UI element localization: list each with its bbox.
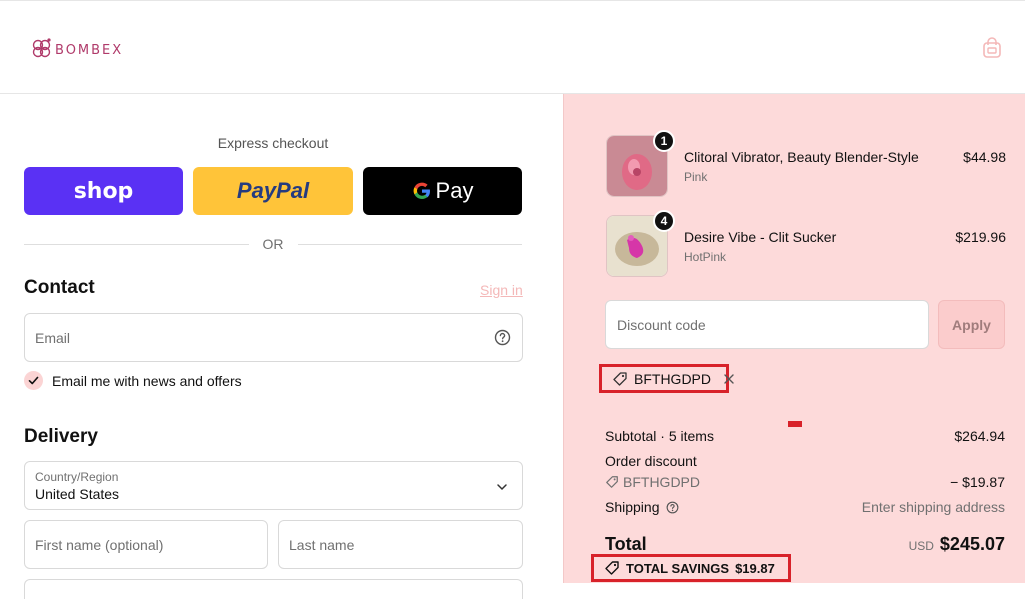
applied-discount-chip: BFTHGDPD — [599, 364, 734, 393]
order-discount-label: Order discount — [605, 453, 697, 469]
discount-placeholder: Discount code — [617, 317, 706, 333]
newsletter-label: Email me with news and offers — [52, 372, 242, 389]
paypal-label: PayPal — [236, 178, 310, 203]
product-name: Clitoral Vibrator, Beauty Blender-Style — [684, 149, 919, 165]
address-field[interactable] — [24, 579, 523, 599]
newsletter-option[interactable]: Email me with news and offers — [24, 371, 242, 390]
last-name-field[interactable]: Last name — [278, 520, 523, 569]
express-checkout-title: Express checkout — [217, 135, 329, 151]
first-name-placeholder: First name (optional) — [35, 537, 164, 553]
shipping-info: Shipping — [605, 499, 679, 515]
question-circle-icon[interactable] — [666, 501, 679, 514]
google-pay-button[interactable]: Pay — [363, 167, 522, 215]
brand-name: BOMBEX — [55, 43, 124, 58]
tag-icon — [612, 371, 628, 387]
annotation-mark — [788, 421, 802, 427]
first-name-field[interactable]: First name (optional) — [24, 520, 268, 569]
total-savings-badge: TOTAL SAVINGS $19.87 — [591, 554, 791, 582]
shipping-row: Shipping Enter shipping address — [605, 499, 1005, 515]
product-thumbnail: 4 — [606, 210, 675, 277]
country-label: Country/Region — [35, 470, 119, 484]
cart-item: 1 Clitoral Vibrator, Beauty Blender-Styl… — [606, 130, 1006, 199]
delivery-heading: Delivery — [24, 426, 98, 447]
divider-line — [297, 243, 522, 245]
quantity-badge: 1 — [653, 130, 675, 152]
discount-code-row: BFTHGDPD − $19.87 — [605, 474, 1005, 492]
email-placeholder: Email — [35, 330, 71, 346]
order-summary: 1 Clitoral Vibrator, Beauty Blender-Styl… — [563, 94, 1025, 583]
checkout-form: Express checkout shop PayPal Pay OR Cont… — [0, 94, 563, 599]
country-value: United States — [35, 486, 120, 502]
last-name-placeholder: Last name — [289, 537, 355, 553]
google-pay-label: Pay — [435, 178, 474, 203]
contact-heading: Contact — [24, 277, 95, 298]
shop-pay-label: shop — [73, 178, 134, 204]
tag-icon — [605, 475, 619, 489]
savings-value: $19.87 — [735, 560, 775, 576]
sign-in-link[interactable]: Sign in — [480, 282, 523, 298]
checkmark-icon — [28, 376, 39, 385]
product-variant: Pink — [684, 170, 708, 184]
total-amount: USD $245.07 — [909, 534, 1005, 555]
discount-code-info: BFTHGDPD — [605, 474, 700, 490]
product-variant: HotPink — [684, 250, 727, 264]
shipping-value: Enter shipping address — [861, 499, 1005, 515]
site-header: BOMBEX — [0, 0, 1025, 94]
brand-logo[interactable]: BOMBEX — [32, 37, 123, 64]
shopping-bag-icon[interactable] — [982, 37, 1002, 64]
product-thumbnail: 1 — [606, 130, 675, 197]
chevron-down-icon — [496, 480, 508, 496]
divider-line — [24, 243, 249, 245]
paypal-button[interactable]: PayPal — [193, 167, 353, 215]
apply-button[interactable]: Apply — [938, 300, 1005, 349]
subtotal-value: $264.94 — [954, 428, 1005, 444]
currency-label: USD — [908, 539, 934, 553]
product-price: $44.98 — [963, 149, 1006, 165]
flower-logo-icon — [32, 37, 52, 64]
question-circle-icon[interactable] — [494, 329, 511, 349]
google-g-icon — [412, 181, 432, 201]
shop-pay-button[interactable]: shop — [24, 167, 183, 215]
cart-item: 4 Desire Vibe - Clit Sucker HotPink $219… — [606, 210, 1006, 279]
product-name: Desire Vibe - Clit Sucker — [684, 229, 837, 245]
product-price: $219.96 — [955, 229, 1006, 245]
discount-code-label: BFTHGDPD — [623, 474, 700, 490]
subtotal-label: Subtotal · 5 items — [605, 428, 714, 444]
apply-label: Apply — [952, 316, 991, 333]
close-icon[interactable] — [723, 373, 735, 385]
email-field[interactable]: Email — [24, 313, 523, 362]
total-label: Total — [605, 534, 647, 554]
newsletter-checkbox[interactable] — [24, 371, 43, 390]
tag-icon — [604, 560, 620, 576]
savings-label: TOTAL SAVINGS — [626, 560, 730, 576]
applied-code-label: BFTHGDPD — [634, 370, 711, 387]
shipping-label: Shipping — [605, 499, 660, 515]
or-divider: OR — [24, 236, 522, 252]
total-value: $245.07 — [939, 534, 1005, 554]
country-select[interactable]: Country/Region United States — [24, 461, 523, 510]
or-label: OR — [262, 236, 284, 252]
discount-code-input[interactable]: Discount code — [605, 300, 929, 349]
discount-value: − $19.87 — [950, 474, 1005, 490]
subtotal-row: Subtotal · 5 items $264.94 — [605, 428, 1005, 444]
quantity-badge: 4 — [653, 210, 675, 232]
order-discount-row: Order discount — [605, 453, 1005, 469]
